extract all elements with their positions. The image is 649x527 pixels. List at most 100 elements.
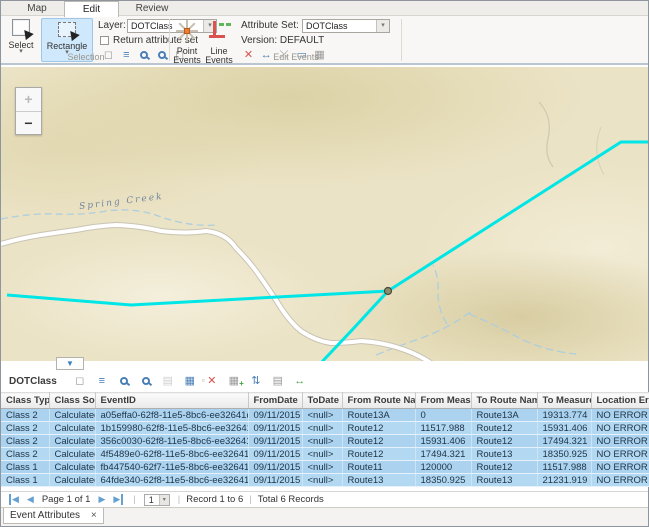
tab-event-attributes[interactable]: Event Attributes × [3,508,104,524]
add-record-icon[interactable]: ▦ [223,374,245,390]
table-cell[interactable]: Class 1 [1,461,49,474]
table-cell[interactable]: 64fde340-62f8-11e5-8bc6-ee32641d5ec9 [95,474,248,487]
table-cell[interactable]: 4f5489e0-62f8-11e5-8bc6-ee32641d5ec9 [95,448,248,461]
table-cell[interactable]: Route13A [471,409,537,422]
chevron-down-icon[interactable]: ▾ [159,495,169,505]
table-row[interactable]: Class 1Calculatedfb447540-62f7-11e5-8bc6… [1,461,649,474]
line-events-button[interactable]: Line Events [204,18,234,62]
zoom-out-button[interactable]: − [16,111,41,134]
table-cell[interactable]: Route12 [342,435,415,448]
table-cell[interactable]: NO ERROR [591,461,649,474]
table-row[interactable]: Class 2Calculated4f5489e0-62f8-11e5-8bc6… [1,448,649,461]
table-cell[interactable]: Route11 [342,461,415,474]
table-cell[interactable]: NO ERROR [591,409,649,422]
table-menu-icon[interactable]: ≡ [91,374,113,390]
last-page-button[interactable]: ▶ [113,494,123,505]
table-cell[interactable]: 09/11/2015 [248,461,302,474]
chevron-down-icon[interactable]: ▾ [376,20,389,32]
previous-page-button[interactable]: ◀ [27,494,34,505]
route-event-line-south[interactable] [319,291,388,361]
route-event-line-northeast[interactable] [388,142,648,291]
table-cell[interactable]: Calculated [49,474,95,487]
table-cell[interactable]: 17494.321 [415,448,471,461]
table-cell[interactable]: <null> [302,409,342,422]
table-cell[interactable]: Route13A [342,409,415,422]
table-cell[interactable]: Calculated [49,461,95,474]
switch-selection-icon[interactable]: ▦ [179,374,201,390]
column-header-8[interactable]: To Measure [537,393,591,409]
table-cell[interactable]: Class 1 [1,474,49,487]
table-row[interactable]: Class 1Calculated64fde340-62f8-11e5-8bc6… [1,474,649,487]
table-cell[interactable]: Route12 [342,448,415,461]
sort-icon[interactable]: ⇅ [245,374,267,390]
map-viewport[interactable]: Spring Creek + − [1,67,648,361]
pan-to-selection-icon[interactable] [154,48,169,62]
table-cell[interactable]: NO ERROR [591,435,649,448]
table-cell[interactable]: Calculated [49,448,95,461]
attribute-set-dropdown[interactable]: DOTClass ▾ [302,19,390,33]
table-cell[interactable]: Calculated [49,435,95,448]
column-header-5[interactable]: From Route Name [342,393,415,409]
table-cell[interactable]: 0 [415,409,471,422]
table-cell[interactable]: Calculated [49,422,95,435]
first-page-button[interactable]: ◀ [9,494,19,505]
table-cell[interactable]: Route12 [471,422,537,435]
next-page-button[interactable]: ▶ [98,494,105,505]
table-cell[interactable]: 15931.406 [415,435,471,448]
table-cell[interactable]: <null> [302,448,342,461]
tab-edit[interactable]: Edit [64,1,119,17]
table-cell[interactable]: NO ERROR [591,422,649,435]
table-cell[interactable]: Class 2 [1,448,49,461]
zoom-to-selected-icon[interactable] [113,374,135,390]
route-junction-marker[interactable] [385,288,392,295]
column-header-9[interactable]: Location Error [591,393,649,409]
table-cell[interactable]: 356c0030-62f8-11e5-8bc6-ee32641d5ec9 [95,435,248,448]
fit-column-width-icon[interactable]: ↔ [289,374,311,390]
table-cell[interactable]: 1b159980-62f8-11e5-8bc6-ee32641d5ec9 [95,422,248,435]
table-cell[interactable]: 19313.774 [537,409,591,422]
table-cell[interactable]: fb447540-62f7-11e5-8bc6-ee32641d5ec9 [95,461,248,474]
page-number-dropdown[interactable]: 1 ▾ [144,494,170,506]
table-cell[interactable]: 09/11/2015 [248,448,302,461]
table-cell[interactable]: a05effa0-62f8-11e5-8bc6-ee32641d5ec9 [95,409,248,422]
table-cell[interactable]: 120000 [415,461,471,474]
table-cell[interactable]: 09/11/2015 [248,409,302,422]
table-cell[interactable]: NO ERROR [591,474,649,487]
zoom-in-button[interactable]: + [16,88,41,111]
table-cell[interactable]: 09/11/2015 [248,474,302,487]
table-cell[interactable]: Calculated [49,409,95,422]
tab-map[interactable]: Map [11,1,63,16]
table-cell[interactable]: Route13 [471,474,537,487]
table-cell[interactable]: <null> [302,461,342,474]
clear-selection-icon[interactable]: ✕ [201,374,223,390]
point-events-button[interactable]: Point Events [172,18,202,62]
table-row[interactable]: Class 2Calculated356c0030-62f8-11e5-8bc6… [1,435,649,448]
table-cell[interactable]: <null> [302,422,342,435]
tab-review[interactable]: Review [121,1,183,16]
column-header-2[interactable]: EventID [95,393,248,409]
table-cell[interactable]: 11517.988 [415,422,471,435]
table-cell[interactable]: 15931.406 [537,422,591,435]
pan-to-selected-icon[interactable] [135,374,157,390]
table-cell[interactable]: Route12 [342,422,415,435]
table-cell[interactable]: 18350.925 [415,474,471,487]
collapse-panel-button[interactable]: ▼ [56,357,84,370]
table-cell[interactable]: 17494.321 [537,435,591,448]
table-cell[interactable]: 09/11/2015 [248,435,302,448]
table-row[interactable]: Class 2Calculated1b159980-62f8-11e5-8bc6… [1,422,649,435]
close-icon[interactable]: × [91,510,97,521]
save-icon[interactable]: ▤ [157,374,179,390]
table-cell[interactable]: 21231.919 [537,474,591,487]
table-cell[interactable]: Class 2 [1,422,49,435]
table-cell[interactable]: NO ERROR [591,448,649,461]
table-row[interactable]: Class 2Calculateda05effa0-62f8-11e5-8bc6… [1,409,649,422]
table-cell[interactable]: Class 2 [1,409,49,422]
table-cell[interactable]: <null> [302,474,342,487]
column-header-1[interactable]: Class Source [49,393,95,409]
table-cell[interactable]: Route13 [471,448,537,461]
column-header-3[interactable]: FromDate [248,393,302,409]
table-cell[interactable]: Route12 [471,435,537,448]
table-cell[interactable]: 09/11/2015 [248,422,302,435]
route-event-line-west[interactable] [7,291,388,305]
table-cell[interactable]: Route12 [471,461,537,474]
